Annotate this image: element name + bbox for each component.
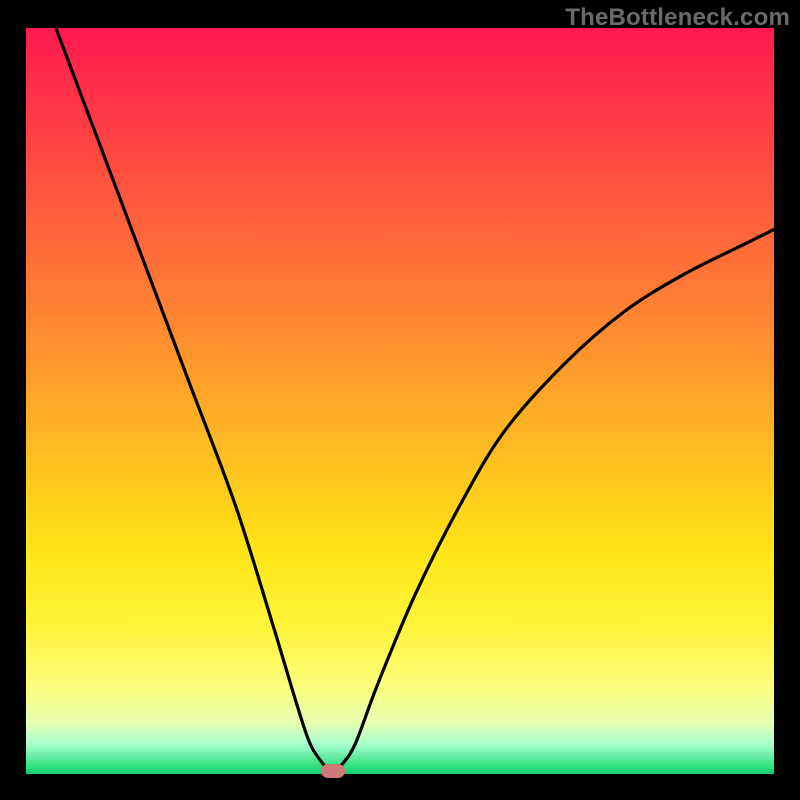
minimum-marker	[321, 764, 345, 778]
bottleneck-curve	[26, 28, 774, 774]
watermark-text: TheBottleneck.com	[565, 4, 790, 32]
plot-area	[26, 28, 774, 774]
chart-frame: TheBottleneck.com	[0, 0, 800, 800]
